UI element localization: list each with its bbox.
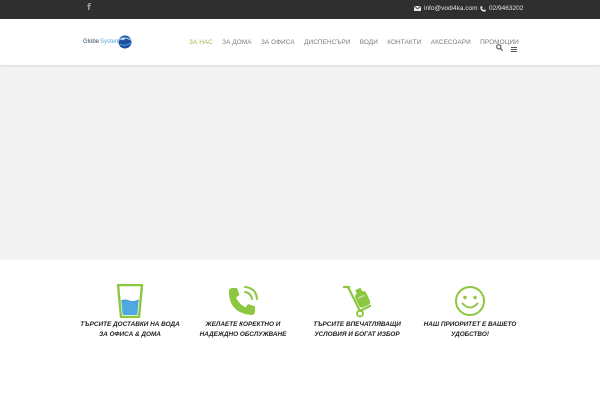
features-section: ТЪРСИТЕ ДОСТАВКИ НА ВОДА ЗА ОФИСА & ДОМА… <box>0 260 600 400</box>
phone-icon <box>229 286 258 315</box>
top-bar: f info@vodi4ka.com 02/9463202 <box>0 0 600 19</box>
contact-phone[interactable]: 02/9463202 <box>480 5 523 12</box>
menu-button[interactable] <box>511 39 517 57</box>
feature-text-line1: ТЪРСИТЕ ВПЕЧАТЛЯВАЩИ <box>313 321 401 328</box>
feature-reliable-service: ЖЕЛАЕТЕ КОРЕКТНО И НАДЕЖДНО ОБСЛУЖВАНЕ <box>188 284 298 339</box>
phone-small-icon <box>480 5 486 12</box>
nav-item-about[interactable]: ЗА НАС <box>189 39 213 46</box>
feature-text-line1: ТЪРСИТЕ ДОСТАВКИ НА ВОДА <box>80 321 180 328</box>
search-button[interactable] <box>496 38 503 56</box>
search-icon <box>496 44 503 51</box>
envelope-icon <box>414 6 421 11</box>
feature-great-choice: ТЪРСИТЕ ВПЕЧАТЛЯВАЩИ УСЛОВИЯ И БОГАТ ИЗБ… <box>302 284 412 339</box>
feature-text-line2: УСЛОВИЯ И БОГАТ ИЗБОР <box>314 330 400 338</box>
email-text: info@vodi4ka.com <box>424 5 478 12</box>
hero-banner <box>0 65 600 260</box>
nav-item-waters[interactable]: ВОДИ <box>360 39 378 46</box>
feature-text-line1: НАШ ПРИОРИТЕТ Е ВАШЕТО <box>423 321 517 328</box>
nav-item-home[interactable]: ЗА ДОМА <box>222 39 251 46</box>
site-header: Globe System ЗА НАС ЗА ДОМА ЗА ОФИСА ДИС… <box>0 19 600 65</box>
nav-item-dispensers[interactable]: ДИСПЕНСЪРИ <box>304 39 350 46</box>
feature-water-delivery: ТЪРСИТЕ ДОСТАВКИ НА ВОДА ЗА ОФИСА & ДОМА <box>75 284 185 339</box>
logo-text-globe: Globe <box>83 39 100 45</box>
feature-convenience: НАШ ПРИОРИТЕТ Е ВАШЕТО УДОБСТВО! <box>415 284 525 339</box>
facebook-icon[interactable]: f <box>87 3 91 13</box>
feature-text-line2: ЗА ОФИСА & ДОМА <box>99 330 161 338</box>
globe-logo-icon <box>118 35 132 49</box>
nav-item-office[interactable]: ЗА ОФИСА <box>261 39 295 46</box>
contact-email[interactable]: info@vodi4ka.com <box>414 5 478 12</box>
feature-text-line2: УДОБСТВО! <box>451 330 489 338</box>
feature-text-line1: ЖЕЛАЕТЕ КОРЕКТНО И <box>205 321 281 328</box>
smiley-icon <box>455 286 485 316</box>
site-logo[interactable]: Globe System <box>83 34 133 50</box>
main-nav: ЗА НАС ЗА ДОМА ЗА ОФИСА ДИСПЕНСЪРИ ВОДИ … <box>189 39 528 46</box>
water-glass-icon <box>116 284 144 318</box>
hand-truck-icon <box>342 285 372 318</box>
hamburger-icon <box>511 47 517 52</box>
feature-text-line2: НАДЕЖДНО ОБСЛУЖВАНЕ <box>199 330 287 338</box>
phone-text: 02/9463202 <box>489 5 524 12</box>
nav-item-contacts[interactable]: КОНТАКТИ <box>387 39 421 46</box>
nav-item-accessories[interactable]: АКСЕСОАРИ <box>431 39 471 46</box>
